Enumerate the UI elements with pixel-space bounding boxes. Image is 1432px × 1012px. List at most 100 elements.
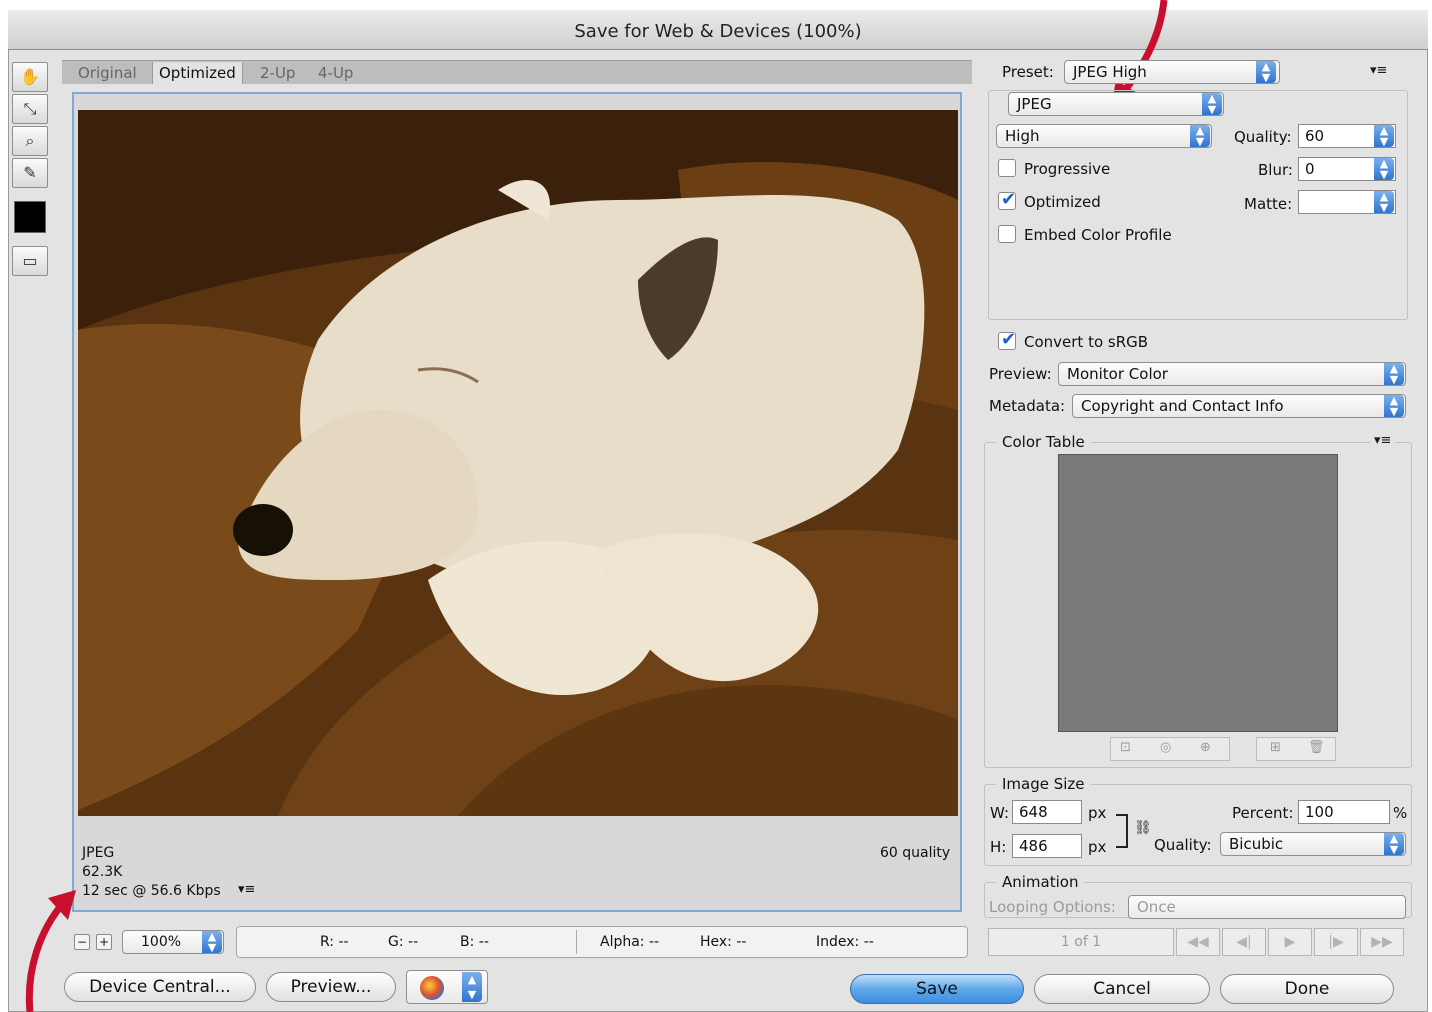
percent-unit: % xyxy=(1393,804,1408,822)
color-table-swatches[interactable] xyxy=(1058,454,1338,732)
preview-button[interactable]: Preview... xyxy=(266,972,396,1002)
preset-stepper-icon[interactable]: ▲ ▼ xyxy=(1256,61,1276,83)
preset-label: Preset: xyxy=(1002,63,1054,81)
tab-4-up[interactable]: 4-Up xyxy=(312,62,359,84)
metadata-dropdown[interactable]: Copyright and Contact Info xyxy=(1072,394,1406,418)
metadata-label: Metadata: xyxy=(989,397,1066,415)
previous-frame-icon[interactable]: ◀| xyxy=(1222,928,1266,956)
optimized-label: Optimized xyxy=(1024,193,1101,211)
compression-value: High xyxy=(1005,127,1040,145)
save-button[interactable]: Save xyxy=(850,974,1024,1004)
height-unit: px xyxy=(1088,838,1107,856)
cancel-button[interactable]: Cancel xyxy=(1034,974,1210,1004)
hand-icon[interactable]: ✋ xyxy=(12,62,48,92)
new-color-icon[interactable]: ⊞ xyxy=(1270,740,1281,755)
percent-label: Percent: xyxy=(1232,804,1294,822)
width-unit: px xyxy=(1088,804,1107,822)
looping-options-value: Once xyxy=(1137,898,1176,916)
toggle-slices-icon[interactable]: ▭ xyxy=(12,246,48,276)
readout-r: R: -- xyxy=(320,934,349,950)
readout-b: B: -- xyxy=(460,934,489,950)
slice-select-icon[interactable]: ⤡ xyxy=(12,94,48,124)
constrain-bracket xyxy=(1116,814,1128,848)
color-table-menu-icon[interactable]: ▾≡ xyxy=(1370,433,1396,448)
download-rate-menu-icon[interactable]: ▾≡ xyxy=(238,882,255,897)
preview-mode-dropdown[interactable]: Monitor Color xyxy=(1058,362,1406,386)
preview-download-time: 12 sec @ 56.6 Kbps xyxy=(82,883,221,899)
color-table-title: Color Table xyxy=(996,433,1091,451)
tab-optimized[interactable]: Optimized xyxy=(152,62,243,84)
blur-value: 0 xyxy=(1305,160,1315,178)
preview-mode-stepper-icon[interactable]: ▲ ▼ xyxy=(1384,363,1404,385)
width-value: 648 xyxy=(1019,803,1048,821)
next-frame-icon[interactable]: |▶ xyxy=(1314,928,1358,956)
eyedropper-icon[interactable]: ✎ xyxy=(12,158,48,188)
resample-quality-dropdown[interactable]: Bicubic xyxy=(1220,832,1406,856)
matte-label: Matte: xyxy=(1244,195,1293,213)
looping-options-label: Looping Options: xyxy=(989,898,1116,916)
embed-color-profile-checkbox[interactable] xyxy=(998,225,1016,243)
preview-mode-value: Monitor Color xyxy=(1067,365,1168,383)
eyedropper-color-swatch[interactable] xyxy=(14,201,46,233)
web-shift-icon[interactable]: ◎ xyxy=(1160,740,1171,755)
blur-stepper-icon[interactable]: ▲ ▼ xyxy=(1374,158,1394,180)
done-button[interactable]: Done xyxy=(1220,974,1394,1004)
looping-options-dropdown[interactable]: Once xyxy=(1128,895,1406,919)
readout-hex: Hex: -- xyxy=(700,934,747,950)
zoom-out-button[interactable]: − xyxy=(74,934,90,950)
dialog-title: Save for Web & Devices (100%) xyxy=(8,10,1428,50)
tab-original[interactable]: Original xyxy=(72,62,143,84)
percent-field[interactable]: 100 xyxy=(1298,800,1390,824)
preview-format: JPEG xyxy=(82,845,115,861)
width-label: W: xyxy=(990,804,1010,822)
format-stepper-icon[interactable]: ▲ ▼ xyxy=(1202,93,1222,115)
image-size-title: Image Size xyxy=(996,775,1091,793)
readout-index: Index: -- xyxy=(816,934,874,950)
width-field[interactable]: 648 xyxy=(1012,800,1082,824)
compression-dropdown[interactable]: High xyxy=(996,124,1212,148)
zoom-level-value: 100% xyxy=(141,934,182,950)
optimized-checkbox[interactable] xyxy=(998,189,1016,210)
preset-dropdown[interactable]: JPEG High xyxy=(1064,60,1280,84)
convert-srgb-checkbox[interactable] xyxy=(998,329,1016,350)
matte-stepper-icon[interactable]: ▲ ▼ xyxy=(1374,191,1394,213)
last-frame-icon[interactable]: ▶▶ xyxy=(1360,928,1404,956)
format-value: JPEG xyxy=(1017,95,1052,113)
browser-icon xyxy=(420,976,444,1000)
tab-2-up[interactable]: 2-Up xyxy=(254,62,301,84)
delete-color-icon[interactable]: 🗑 xyxy=(1308,740,1325,755)
lock-color-icon[interactable]: ⊡ xyxy=(1120,740,1131,755)
zoom-in-button[interactable]: + xyxy=(96,934,112,950)
preset-value: JPEG High xyxy=(1073,63,1147,81)
quality-stepper-icon[interactable]: ▲ ▼ xyxy=(1374,125,1394,147)
play-icon[interactable]: ▶ xyxy=(1268,928,1312,956)
format-dropdown[interactable]: JPEG xyxy=(1008,92,1224,116)
settings-menu-icon[interactable]: ▾≡ xyxy=(1370,63,1387,78)
resample-quality-stepper-icon[interactable]: ▲ ▼ xyxy=(1384,833,1404,855)
preview-image[interactable] xyxy=(78,110,958,816)
progressive-label: Progressive xyxy=(1024,160,1111,178)
preview-mode-label: Preview: xyxy=(989,365,1052,383)
link-icon[interactable]: ⛓ xyxy=(1134,820,1152,836)
preview-file-size: 62.3K xyxy=(82,864,123,880)
convert-srgb-label: Convert to sRGB xyxy=(1024,333,1149,351)
zoom-stepper-icon[interactable]: ▲ ▼ xyxy=(202,931,222,953)
height-label: H: xyxy=(990,838,1007,856)
height-field[interactable]: 486 xyxy=(1012,834,1082,858)
readout-g: G: -- xyxy=(388,934,419,950)
animation-title: Animation xyxy=(996,873,1085,891)
quality-label: Quality: xyxy=(1234,128,1292,146)
readout-alpha: Alpha: -- xyxy=(600,934,660,950)
blur-label: Blur: xyxy=(1258,161,1293,179)
add-color-icon[interactable]: ⊕ xyxy=(1200,740,1211,755)
browser-stepper-icon[interactable]: ▲ ▼ xyxy=(462,972,482,1002)
device-central-button[interactable]: Device Central... xyxy=(64,972,256,1002)
first-frame-icon[interactable]: ◀◀ xyxy=(1176,928,1220,956)
zoom-icon[interactable]: ⌕ xyxy=(12,126,48,156)
percent-value: 100 xyxy=(1305,803,1334,821)
resample-quality-value: Bicubic xyxy=(1229,835,1284,853)
metadata-stepper-icon[interactable]: ▲ ▼ xyxy=(1384,395,1404,417)
progressive-checkbox[interactable] xyxy=(998,159,1016,177)
compression-stepper-icon[interactable]: ▲ ▼ xyxy=(1190,125,1210,147)
dog-photo xyxy=(78,110,958,816)
